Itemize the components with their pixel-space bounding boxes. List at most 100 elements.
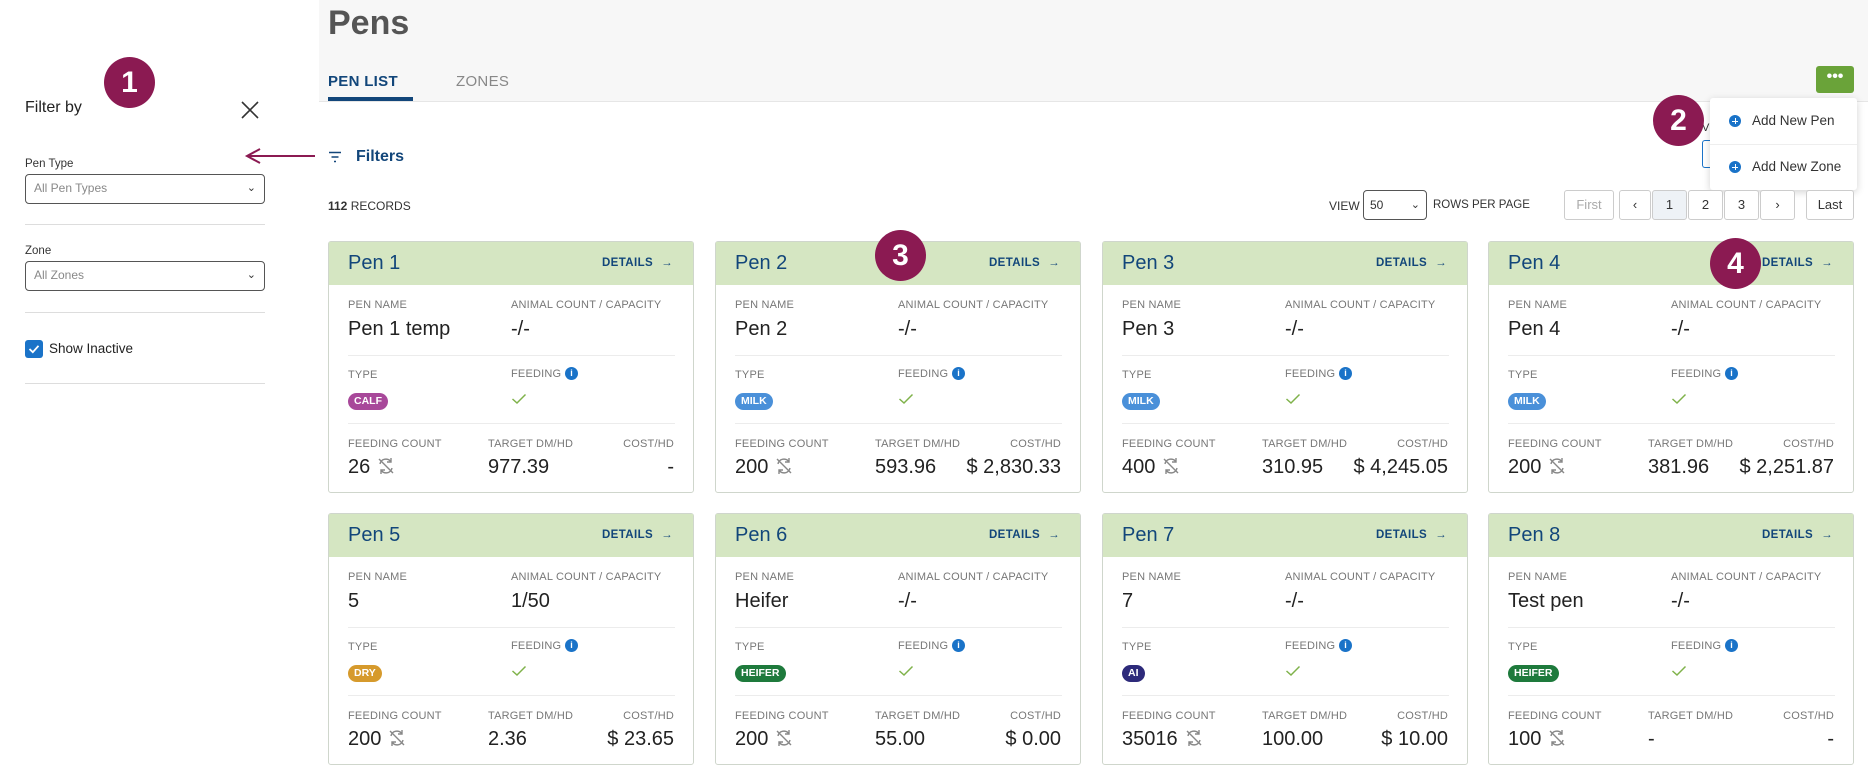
zone-label: Zone: [25, 245, 52, 257]
pen-type-select[interactable]: All Pen Types ⌄: [25, 174, 265, 204]
pen-title: Pen 8: [1508, 524, 1561, 546]
pen-name-value: 5: [348, 590, 360, 612]
divider: [348, 423, 675, 424]
type-badge: HEIFER: [735, 665, 786, 682]
pen-title: Pen 1: [348, 252, 401, 274]
cost-label: COST/HD: [1783, 710, 1834, 722]
feeding-count-value: 35016: [1122, 728, 1204, 751]
type-label: TYPE: [1122, 641, 1152, 653]
details-link[interactable]: DETAILS →: [1376, 257, 1447, 269]
target-dm-value: 593.96: [875, 456, 937, 478]
info-icon[interactable]: i: [565, 367, 578, 380]
type-label: TYPE: [735, 641, 765, 653]
arrow-right-icon: →: [1048, 529, 1060, 541]
pen-card: Pen 1 DETAILS → PEN NAME Pen 1 temp ANIMA…: [328, 241, 694, 493]
card-header: Pen 3 DETAILS →: [1103, 242, 1467, 285]
more-actions-button[interactable]: •••: [1816, 66, 1854, 93]
details-link[interactable]: DETAILS →: [1762, 529, 1833, 541]
pen-title: Pen 7: [1122, 524, 1175, 546]
pen-name-label: PEN NAME: [735, 299, 795, 311]
details-link[interactable]: DETAILS →: [989, 257, 1060, 269]
feeding-count-label: FEEDING COUNT: [1122, 710, 1216, 722]
card-header: Pen 6 DETAILS →: [716, 514, 1080, 557]
details-link[interactable]: DETAILS →: [602, 257, 673, 269]
rows-per-page-select[interactable]: 50 ⌄: [1363, 190, 1427, 220]
check-icon: [512, 665, 527, 677]
cost-value: -: [667, 456, 674, 478]
animal-count-value: -/-: [1285, 318, 1304, 340]
type-badge: HEIFER: [1508, 665, 1559, 682]
info-icon[interactable]: i: [952, 639, 965, 652]
details-link[interactable]: DETAILS →: [602, 529, 673, 541]
pagination-page-1[interactable]: 1: [1652, 190, 1687, 220]
cost-value: $ 4,245.05: [1353, 456, 1448, 478]
callout-marker: 4: [1710, 238, 1761, 289]
details-link[interactable]: DETAILS →: [1762, 257, 1833, 269]
type-label: TYPE: [735, 369, 765, 381]
target-dm-label: TARGET DM/HD: [875, 710, 961, 722]
info-icon[interactable]: i: [1339, 639, 1352, 652]
filter-sidebar: Filter by Pen Type All Pen Types ⌄ Zone …: [0, 0, 319, 774]
pen-name-label: PEN NAME: [1122, 299, 1182, 311]
feeding-count-number: 100: [1508, 728, 1542, 750]
tab-pen-list[interactable]: PEN LIST: [328, 73, 398, 90]
details-link[interactable]: DETAILS →: [989, 529, 1060, 541]
filters-button[interactable]: Filters: [328, 148, 404, 166]
pen-name-label: PEN NAME: [348, 299, 408, 311]
pagination-page-2[interactable]: 2: [1688, 190, 1723, 220]
feeding-count-number: 200: [735, 728, 769, 750]
pagination-first[interactable]: First: [1564, 190, 1614, 220]
target-dm-label: TARGET DM/HD: [1262, 438, 1348, 450]
pagination-prev[interactable]: ‹: [1619, 190, 1651, 220]
arrow-right-icon: →: [1435, 257, 1447, 269]
divider: [1508, 423, 1835, 424]
pagination-page-3[interactable]: 3: [1724, 190, 1759, 220]
pen-name-value: Pen 4: [1508, 318, 1561, 340]
animal-count-value: -/-: [1671, 318, 1690, 340]
pagination-next[interactable]: ›: [1760, 190, 1795, 220]
check-icon: [512, 393, 527, 405]
info-icon[interactable]: i: [1725, 367, 1738, 380]
divider: [735, 627, 1062, 628]
cost-label: COST/HD: [1783, 438, 1834, 450]
divider: [1508, 627, 1835, 628]
info-icon[interactable]: i: [565, 639, 578, 652]
pagination-last[interactable]: Last: [1806, 190, 1854, 220]
info-icon[interactable]: i: [1725, 639, 1738, 652]
animal-count-label: ANIMAL COUNT / CAPACITY: [1671, 571, 1822, 583]
info-icon[interactable]: i: [1339, 367, 1352, 380]
feeding-count-label: FEEDING COUNT: [348, 438, 442, 450]
details-label: DETAILS: [1375, 529, 1428, 541]
target-dm-label: TARGET DM/HD: [875, 438, 961, 450]
records-label: RECORDS: [350, 199, 411, 213]
target-dm-value: 977.39: [488, 456, 550, 478]
divider: [1122, 423, 1449, 424]
feeding-label: FEEDING: [1285, 640, 1336, 652]
animal-count-label: ANIMAL COUNT / CAPACITY: [511, 571, 662, 583]
target-dm-label: TARGET DM/HD: [1262, 710, 1348, 722]
tab-zones[interactable]: ZONES: [456, 73, 509, 90]
divider: [348, 695, 675, 696]
main-content: Pens PEN LIST ZONES ••• V Add New Pen Ad…: [319, 0, 1868, 774]
details-link[interactable]: DETAILS →: [1376, 529, 1447, 541]
feeding-label: FEEDING: [1285, 368, 1336, 380]
pen-name-value: Test pen: [1508, 590, 1584, 612]
target-dm-label: TARGET DM/HD: [1648, 710, 1734, 722]
animal-count-value: -/-: [1285, 590, 1304, 612]
menu-item-label: Add New Pen: [1752, 113, 1835, 128]
target-dm-value: 310.95: [1262, 456, 1324, 478]
feeding-label: FEEDING: [898, 640, 949, 652]
show-inactive-checkbox[interactable]: [25, 340, 43, 358]
page-header: Pens PEN LIST ZONES •••: [319, 0, 1868, 102]
info-icon[interactable]: i: [952, 367, 965, 380]
feeding-count-label: FEEDING COUNT: [735, 438, 829, 450]
details-label: DETAILS: [601, 257, 654, 269]
add-new-zone-item[interactable]: Add New Zone: [1710, 144, 1857, 190]
zone-select[interactable]: All Zones ⌄: [25, 261, 265, 291]
divider: [25, 224, 265, 225]
type-badge: MILK: [1122, 393, 1160, 410]
add-new-pen-item[interactable]: Add New Pen: [1710, 98, 1857, 144]
cost-label: COST/HD: [1397, 438, 1448, 450]
close-icon[interactable]: [239, 99, 261, 121]
cost-value: $ 2,251.87: [1739, 456, 1834, 478]
